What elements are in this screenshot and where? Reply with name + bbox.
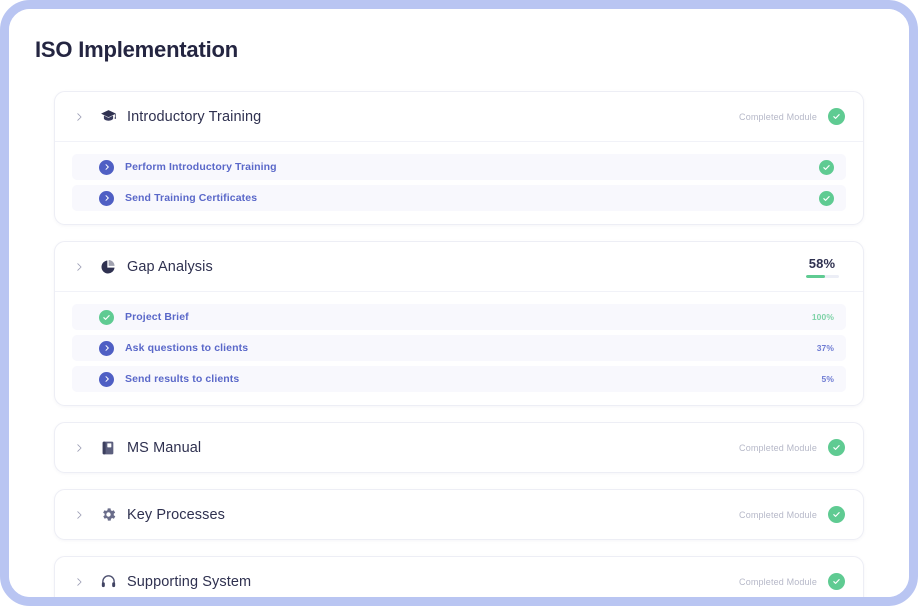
task-row-right: 37%	[817, 343, 834, 353]
task-complete-check-icon	[819, 190, 834, 206]
gear-icon	[95, 506, 121, 523]
task-label: Ask questions to clients	[125, 342, 249, 355]
chevron-right-icon[interactable]	[72, 577, 85, 587]
task-row-right: 100%	[812, 312, 834, 322]
completed-check-icon	[828, 573, 845, 591]
module-card-introductory-training: Introductory Training Completed Module Per…	[54, 91, 864, 226]
task-row[interactable]: Send Training Certificates	[72, 185, 846, 212]
chevron-right-icon[interactable]	[72, 510, 85, 520]
task-label: Project Brief	[125, 311, 189, 324]
graduation-cap-icon	[95, 108, 121, 125]
page-scroll-area[interactable]: ISO Implementation Introductory Training…	[9, 9, 909, 597]
check-icon[interactable]	[99, 309, 114, 325]
task-label: Perform Introductory Training	[125, 161, 277, 174]
module-title: Introductory Training	[127, 108, 262, 125]
task-row-right: 5%	[822, 374, 835, 384]
task-row[interactable]: Perform Introductory Training	[72, 154, 846, 181]
task-row[interactable]: Send results to clients 5%	[72, 366, 846, 393]
module-card-ms-manual: MS Manual Completed Module	[54, 422, 864, 474]
chevron-right-icon[interactable]	[72, 112, 85, 122]
completed-check-icon	[828, 506, 845, 524]
chevron-right-icon[interactable]	[72, 262, 85, 272]
task-label: Send results to clients	[125, 373, 240, 386]
module-title: MS Manual	[127, 439, 202, 456]
module-header-key-processes[interactable]: Key Processes Completed Module	[55, 490, 863, 539]
completed-check-icon	[828, 439, 845, 457]
module-card-key-processes: Key Processes Completed Module	[54, 489, 864, 541]
module-header-right: Completed Module	[739, 506, 845, 524]
headphones-icon	[95, 573, 121, 590]
module-header-gap-analysis[interactable]: Gap Analysis 58%	[55, 242, 863, 291]
module-header-right: 58%	[799, 256, 845, 278]
module-header-right: Completed Module	[739, 439, 845, 457]
module-header-introductory-training[interactable]: Introductory Training Completed Module	[55, 92, 863, 141]
task-percent-label: 37%	[816, 343, 834, 354]
module-card-gap-analysis: Gap Analysis 58% Project Brief 100% Ask ques…	[54, 241, 864, 407]
task-complete-check-icon	[819, 159, 834, 175]
status-badge: Completed Module	[739, 509, 817, 520]
module-list: Introductory Training Completed Module Per…	[9, 91, 909, 597]
module-title: Supporting System	[127, 573, 252, 590]
module-body: Perform Introductory Training Send Traini…	[55, 141, 863, 224]
task-row-right	[819, 159, 834, 175]
chevron-right-icon[interactable]	[99, 371, 114, 387]
chevron-right-icon[interactable]	[99, 340, 114, 356]
task-row[interactable]: Project Brief 100%	[72, 304, 846, 331]
module-header-supporting-system[interactable]: Supporting System Completed Module	[55, 557, 863, 597]
status-badge: Completed Module	[739, 576, 817, 587]
completed-check-icon	[828, 108, 845, 126]
module-header-ms-manual[interactable]: MS Manual Completed Module	[55, 423, 863, 472]
module-header-right: Completed Module	[739, 573, 845, 591]
page-title: ISO Implementation	[35, 37, 238, 62]
status-badge: Completed Module	[739, 442, 817, 453]
chevron-right-icon[interactable]	[99, 190, 114, 206]
notebook-icon	[95, 440, 121, 456]
status-badge: Completed Module	[739, 111, 817, 122]
module-header-right: Completed Module	[739, 108, 845, 126]
progress-bar-fill	[805, 274, 825, 278]
task-percent-label: 100%	[811, 312, 834, 323]
module-title: Key Processes	[127, 506, 226, 523]
task-label: Send Training Certificates	[125, 192, 258, 205]
module-title: Gap Analysis	[127, 258, 213, 275]
chevron-right-icon[interactable]	[99, 159, 114, 175]
module-progress: 58%	[799, 256, 845, 278]
pie-chart-icon	[95, 259, 121, 275]
module-card-supporting-system: Supporting System Completed Module	[54, 556, 864, 597]
progress-bar-track	[805, 274, 839, 278]
module-body: Project Brief 100% Ask questions to client…	[55, 291, 863, 405]
task-percent-label: 5%	[821, 374, 834, 385]
task-row-right	[819, 190, 834, 206]
progress-percent-label: 58%	[808, 255, 836, 271]
chevron-right-icon[interactable]	[72, 443, 85, 453]
task-row[interactable]: Ask questions to clients 37%	[72, 335, 846, 362]
app-frame: ISO Implementation Introductory Training…	[0, 0, 918, 606]
